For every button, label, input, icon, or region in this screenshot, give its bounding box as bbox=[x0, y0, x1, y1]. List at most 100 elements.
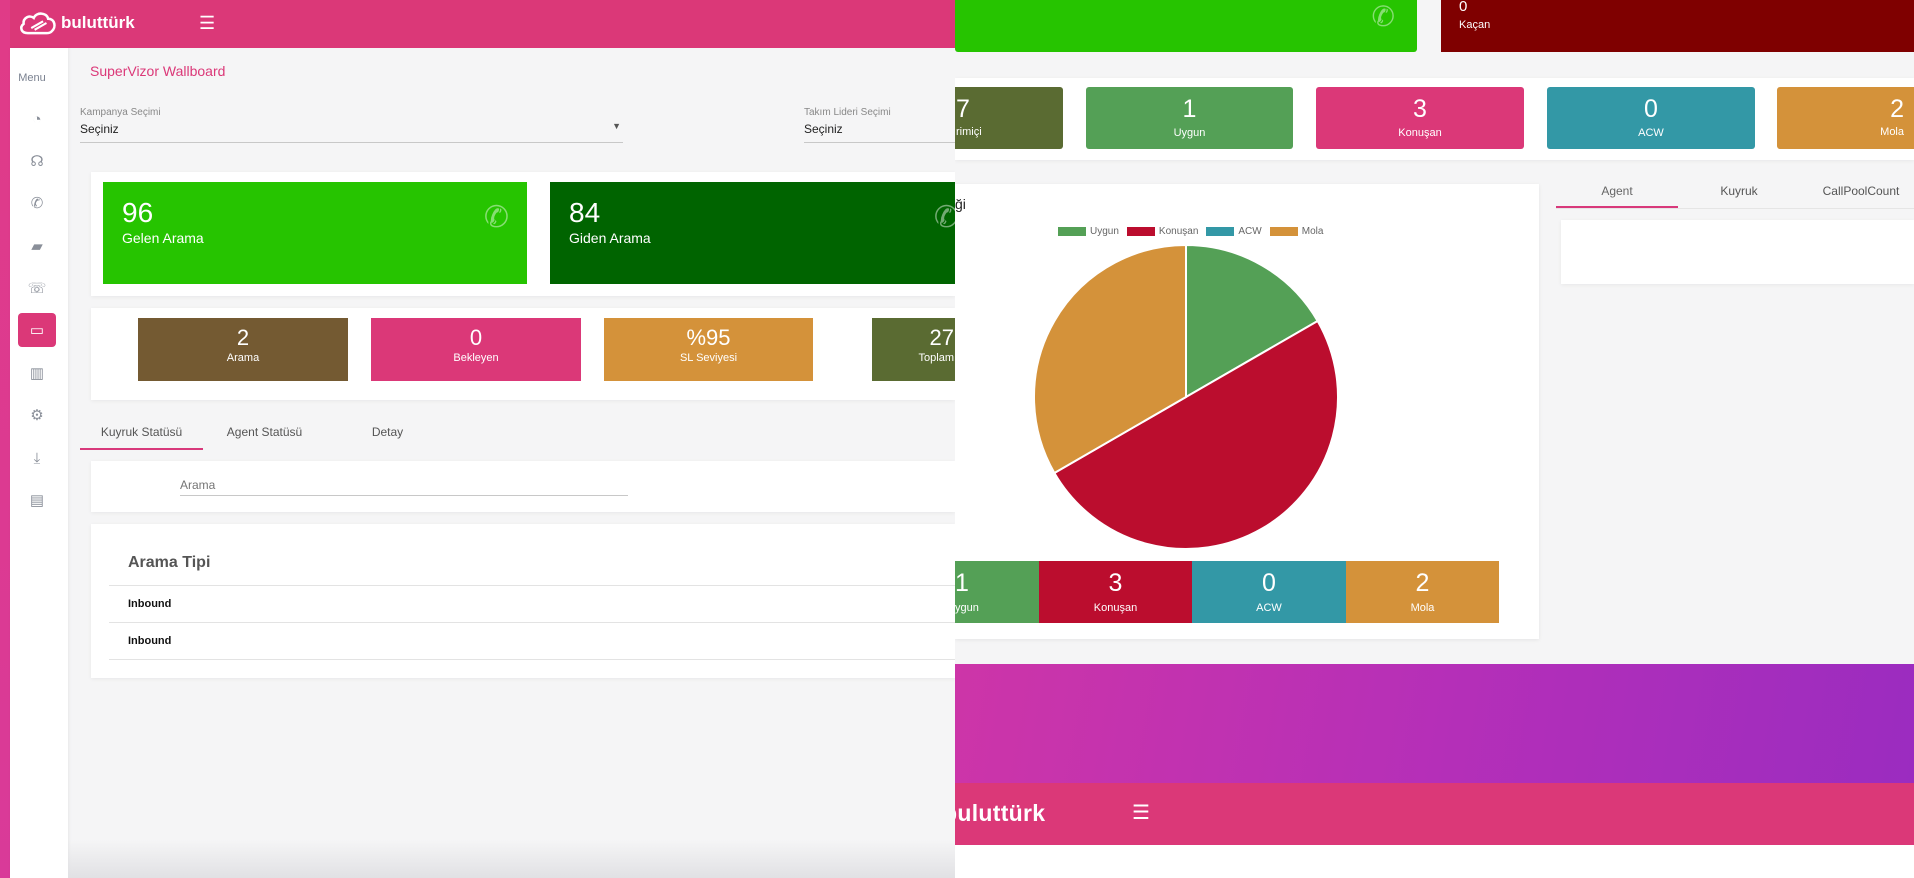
bottom-stat-available: 1 ygun bbox=[955, 561, 1039, 623]
available-value: 1 bbox=[1182, 95, 1197, 123]
hamburger-icon[interactable]: ☰ bbox=[199, 13, 215, 33]
teamlead-select-value: Seçiniz bbox=[804, 122, 843, 136]
headset-icon[interactable]: ☊ bbox=[18, 144, 56, 178]
table-cell: Inbound bbox=[128, 635, 172, 647]
online-label: rimiçi bbox=[956, 126, 982, 138]
legend-item-konusan: Konuşan bbox=[1126, 226, 1199, 237]
teamlead-select-label: Takım Lideri Seçimi bbox=[804, 107, 891, 118]
sidebar: Menu ◔ ☊ ✆ ▰ ☏ ▭ ▥ ⚙ ⤓ ▤ bbox=[10, 48, 68, 878]
tab-queue-status[interactable]: Kuyruk Statüsü bbox=[80, 420, 203, 450]
monitor-icon[interactable]: ▭ bbox=[18, 313, 56, 347]
acw-value: 0 bbox=[1644, 95, 1658, 123]
table-cell: Inbound bbox=[128, 598, 172, 610]
bottom-talking-label: Konuşan bbox=[1093, 602, 1138, 614]
phone-icon: ✆ bbox=[483, 201, 509, 234]
campaign-select-label: Kampanya Seçimi bbox=[80, 107, 161, 118]
break-value: 2 bbox=[1890, 95, 1904, 123]
page-title: SuperVizor Wallboard bbox=[90, 63, 226, 79]
tab-underline bbox=[1556, 208, 1914, 209]
bottom-available-value: 1 bbox=[955, 569, 969, 597]
phone-icon: ✆ bbox=[1371, 1, 1395, 32]
acw-label: ACW bbox=[1638, 127, 1664, 139]
stat-acw: 0 ACW bbox=[1547, 87, 1755, 149]
service-level-label: SL Seviyesi bbox=[679, 352, 738, 364]
online-value: 7 bbox=[956, 95, 970, 123]
search-input[interactable] bbox=[180, 474, 628, 496]
legend-label: Uygun bbox=[1090, 226, 1119, 237]
legend-item-uygun: Uygun bbox=[1058, 226, 1119, 237]
teamlead-select[interactable]: Takım Lideri Seçimi Seçiniz bbox=[804, 107, 955, 143]
bottom-break-value: 2 bbox=[1415, 569, 1430, 597]
stat-total: 27 Toplam bbox=[872, 318, 955, 381]
talking-label: Konuşan bbox=[1398, 127, 1442, 139]
legend-item-mola: Mola bbox=[1269, 226, 1323, 237]
chart-title-fragment: ği bbox=[955, 196, 966, 212]
stat-incoming-calls: 96 Gelen Arama ✆ bbox=[103, 182, 527, 284]
topbar: buluttürk ☰ bbox=[10, 0, 955, 48]
table-row: Inbound bbox=[109, 586, 955, 623]
legend-label: Konuşan bbox=[1158, 226, 1199, 237]
wallboard-foreground-window: buluttürk ☰ Menu ◔ ☊ ✆ ▰ ☏ ▭ ▥ ⚙ ⤓ ▤ Sup… bbox=[0, 0, 955, 878]
cloud-logo-icon bbox=[20, 12, 56, 35]
bottom-stat-acw: 0 ACW bbox=[1192, 561, 1346, 623]
tab-agent[interactable]: Agent bbox=[1556, 184, 1678, 208]
campaign-select-value: Seçiniz bbox=[80, 122, 119, 136]
incoming-calls-label: Gelen Arama bbox=[122, 230, 204, 246]
tab-kuyruk[interactable]: Kuyruk bbox=[1678, 184, 1800, 208]
stat-online: 7 rimiçi bbox=[955, 87, 1063, 149]
bar-chart-icon[interactable]: ▥ bbox=[18, 356, 56, 390]
tab-callpoolcount[interactable]: CallPoolCount bbox=[1800, 184, 1914, 208]
calls-value: 2 bbox=[236, 325, 250, 350]
wallboard-background-window: ✆ 0 Kaçan 7 rimiçi 1 Uygun 3 Konuşan 0 A… bbox=[955, 0, 1914, 878]
stat-outgoing-calls: 84 Giden Arama ✆ bbox=[550, 182, 955, 284]
bottom-window-body bbox=[877, 845, 1914, 878]
total-value: 27 bbox=[929, 325, 954, 350]
service-level-value: %95 bbox=[686, 325, 731, 350]
stat-box-missed: 0 Kaçan bbox=[1441, 0, 1914, 52]
campaign-select[interactable]: Kampanya Seçimi Seçiniz ▼ bbox=[80, 107, 623, 143]
call-type-table: Arama Tipi Inbound Inbound bbox=[91, 524, 955, 678]
outgoing-calls-label: Giden Arama bbox=[569, 230, 651, 246]
window-edge-strip bbox=[0, 0, 10, 878]
stat-box-green-partial: ✆ bbox=[955, 0, 1417, 52]
chat-icon[interactable]: ▰ bbox=[18, 229, 56, 263]
bottom-acw-label: ACW bbox=[1256, 602, 1282, 614]
detail-tabs-panel: Agent Kuyruk CallPoolCount bbox=[1551, 184, 1914, 294]
legend-label: ACW bbox=[1238, 226, 1262, 237]
logo: buluttürk bbox=[16, 6, 135, 40]
stat-calls: 2 Arama bbox=[138, 318, 348, 381]
agent-status-pie-chart bbox=[1033, 243, 1339, 550]
bottom-stat-break: 2 Mola bbox=[1346, 561, 1499, 623]
outgoing-calls-value: 84 bbox=[569, 197, 601, 228]
chevron-down-icon: ▼ bbox=[612, 121, 621, 131]
bottom-window-topbar: buluttürk ☰ bbox=[877, 783, 1914, 845]
bottom-stat-talking: 3 Konuşan bbox=[1039, 561, 1192, 623]
stat-break: 2 Mola bbox=[1777, 87, 1914, 149]
stat-talking: 3 Konuşan bbox=[1316, 87, 1524, 149]
bottom-fade bbox=[68, 840, 955, 878]
missed-label: Kaçan bbox=[1459, 19, 1491, 31]
phone-forward-icon[interactable]: ✆ bbox=[18, 186, 56, 220]
stat-service-level: %95 SL Seviyesi bbox=[604, 318, 813, 381]
waiting-label: Bekleyen bbox=[453, 352, 499, 364]
settings-icon[interactable]: ⚙ bbox=[18, 398, 56, 432]
phone-callback-icon[interactable]: ☏ bbox=[18, 271, 56, 305]
brand-name: buluttürk bbox=[61, 13, 135, 32]
table-row: Inbound bbox=[109, 623, 955, 660]
talking-value: 3 bbox=[1413, 95, 1427, 123]
incoming-calls-value: 96 bbox=[122, 197, 154, 228]
calls-label: Arama bbox=[226, 352, 260, 364]
tab-agent-status[interactable]: Agent Statüsü bbox=[203, 420, 326, 450]
download-icon[interactable]: ⤓ bbox=[18, 441, 56, 475]
bottom-available-label: ygun bbox=[955, 602, 979, 614]
phone-icon: ✆ bbox=[933, 201, 955, 234]
report-icon[interactable]: ▤ bbox=[18, 483, 56, 517]
tab-detail[interactable]: Detay bbox=[326, 420, 449, 450]
history-icon[interactable]: ◔ bbox=[18, 102, 56, 136]
hamburger-icon[interactable]: ☰ bbox=[1132, 803, 1150, 823]
total-label: Toplam bbox=[918, 352, 954, 364]
bottom-break-label: Mola bbox=[1410, 602, 1435, 614]
tab-content-card bbox=[1561, 220, 1914, 284]
break-label: Mola bbox=[1880, 126, 1904, 138]
brand-name: buluttürk bbox=[943, 799, 1046, 826]
